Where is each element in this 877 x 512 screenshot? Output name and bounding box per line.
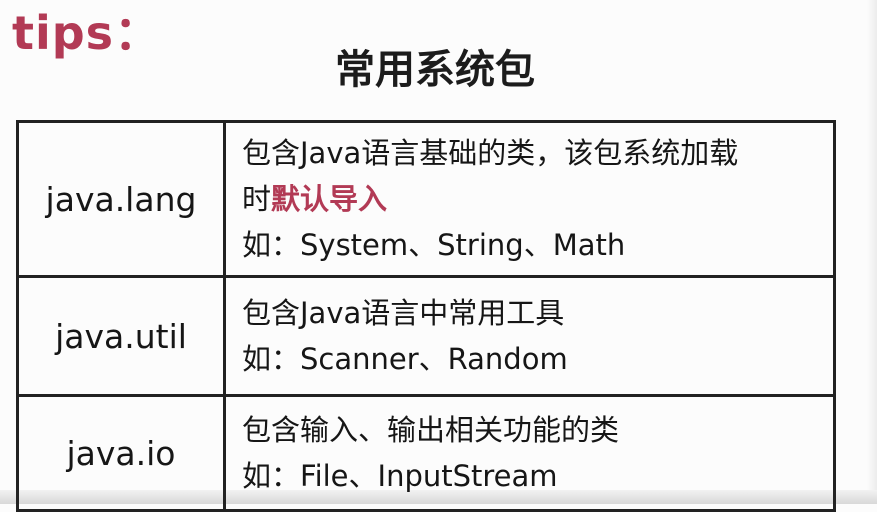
package-table: java.lang 包含Java语言基础的类，该包系统加载 时默认导入 如：Sy… [16, 120, 836, 512]
tips-label: tips： [12, 6, 162, 60]
example-line: 如：Scanner、Random [242, 342, 568, 376]
page-title: 常用系统包 [335, 47, 535, 93]
highlighted-text: 默认导入 [271, 182, 388, 216]
description-line: 包含输入、输出相关功能的类 [242, 413, 620, 447]
package-name-cell: java.util [16, 275, 226, 397]
description-line: 包含Java语言中常用工具 [242, 296, 565, 330]
table-row: java.io 包含输入、输出相关功能的类 如：File、InputStream [16, 394, 836, 512]
description-line: 包含Java语言基础的类，该包系统加载 [242, 136, 739, 170]
package-description-cell: 包含输入、输出相关功能的类 如：File、InputStream [223, 394, 836, 512]
package-description-cell: 包含Java语言基础的类，该包系统加载 时默认导入 如：System、Strin… [223, 120, 836, 278]
package-name-cell: java.lang [16, 120, 226, 278]
description-line: 时默认导入 [242, 176, 833, 222]
example-line: 如：System、String、Math [242, 228, 626, 262]
package-name-cell: java.io [16, 394, 226, 512]
table-row: java.util 包含Java语言中常用工具 如：Scanner、Random [16, 275, 836, 397]
description-text: 时 [242, 182, 272, 216]
table-row: java.lang 包含Java语言基础的类，该包系统加载 时默认导入 如：Sy… [16, 120, 836, 278]
package-description-cell: 包含Java语言中常用工具 如：Scanner、Random [223, 275, 836, 397]
page-edge-shade [867, 0, 877, 504]
example-line: 如：File、InputStream [242, 459, 558, 493]
